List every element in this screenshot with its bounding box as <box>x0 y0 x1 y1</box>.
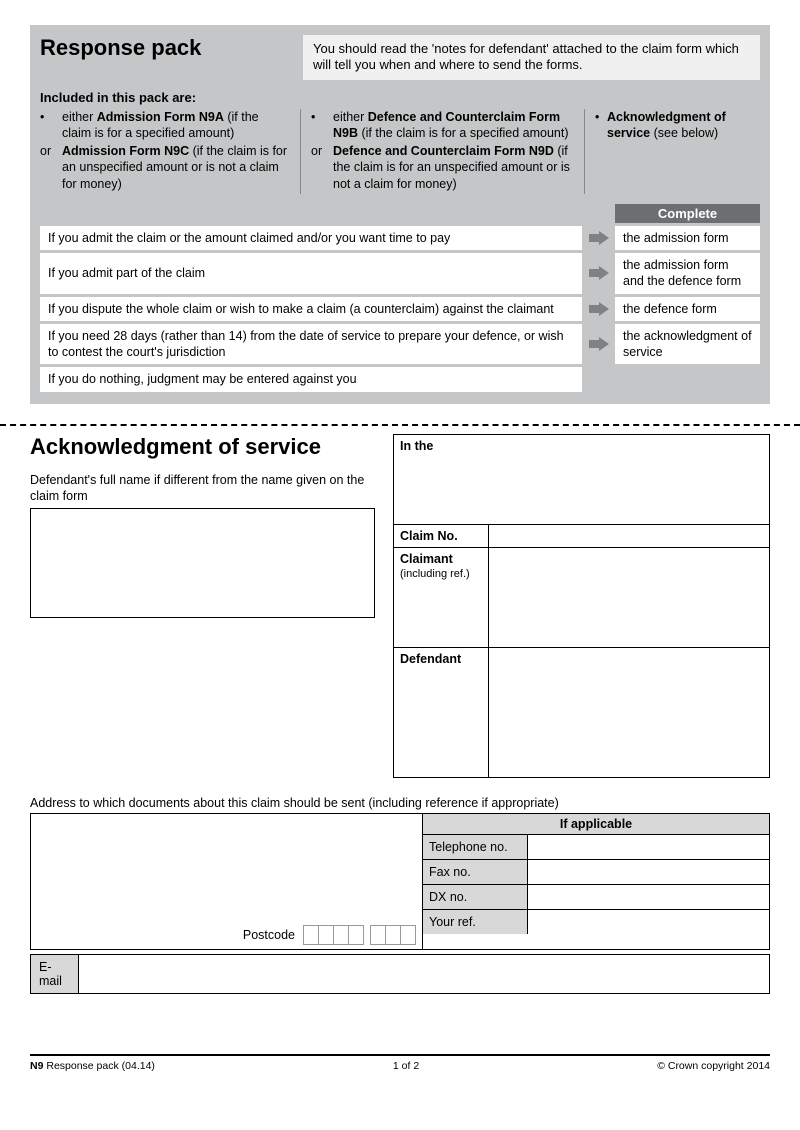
page-number: 1 of 2 <box>393 1060 419 1072</box>
claimant-sublabel: (including ref.) <box>400 568 470 580</box>
or-label: or <box>40 143 62 192</box>
if-applicable-header: If applicable <box>423 814 769 835</box>
bullet: • <box>40 109 62 142</box>
claimant-field[interactable] <box>489 547 770 647</box>
yourref-field[interactable] <box>528 910 769 934</box>
defendant-name-note: Defendant's full name if different from … <box>30 472 375 505</box>
form-version: Response pack (04.14) <box>43 1060 154 1072</box>
defendant-name-field[interactable] <box>30 508 375 618</box>
claim-no-field[interactable] <box>489 524 770 547</box>
copyright: © Crown copyright 2014 <box>657 1060 770 1072</box>
fax-label: Fax no. <box>423 860 528 884</box>
address-field[interactable]: Postcode <box>31 814 423 949</box>
claim-no-label: Claim No <box>400 529 454 543</box>
guidance-row: If you dispute the whole claim or wish t… <box>40 297 760 321</box>
guidance-row: If you need 28 days (rather than 14) fro… <box>40 324 760 365</box>
condition-text: If you need 28 days (rather than 14) fro… <box>40 324 582 365</box>
guidance-row-nothing: If you do nothing, judgment may be enter… <box>40 367 760 391</box>
telephone-field[interactable] <box>528 835 769 859</box>
condition-text: If you admit the claim or the amount cla… <box>40 226 582 250</box>
address-note: Address to which documents about this cl… <box>30 796 770 810</box>
nothing-warning: If you do nothing, judgment may be enter… <box>40 367 582 391</box>
action-text: the defence form <box>615 297 760 321</box>
complete-header: Complete <box>615 204 760 223</box>
guidance-row: If you admit the claim or the amount cla… <box>40 226 760 250</box>
read-notes-notice: You should read the 'notes for defendant… <box>303 35 760 80</box>
action-text: the admission form and the defence form <box>615 253 760 294</box>
arrow-icon <box>582 297 615 321</box>
arrow-icon <box>582 253 615 294</box>
included-col-2: • either Defence and Counterclaim Form N… <box>300 109 585 194</box>
in-the-label: In the <box>400 439 433 453</box>
postcode-label: Postcode <box>243 928 295 942</box>
arrow-icon <box>582 226 615 250</box>
fax-field[interactable] <box>528 860 769 884</box>
action-text: the acknowledgment of service <box>615 324 760 365</box>
claimant-label: Claimant <box>400 552 453 566</box>
tear-line <box>0 424 800 426</box>
included-col-3: • Acknowledgment of service (see below) <box>585 109 760 194</box>
dx-field[interactable] <box>528 885 769 909</box>
page-title: Response pack <box>40 35 285 61</box>
guidance-row: If you admit part of the claim the admis… <box>40 253 760 294</box>
condition-text: If you dispute the whole claim or wish t… <box>40 297 582 321</box>
case-details-table: In the Claim No. Claimant(including ref.… <box>393 434 770 778</box>
response-pack-info: Response pack You should read the 'notes… <box>30 25 770 404</box>
arrow-icon <box>582 324 615 365</box>
telephone-label: Telephone no. <box>423 835 528 859</box>
page-footer: N9 Response pack (04.14) 1 of 2 © Crown … <box>30 1054 770 1072</box>
defendant-label: Defendant <box>400 652 461 666</box>
yourref-label: Your ref. <box>423 910 528 934</box>
action-text: the admission form <box>615 226 760 250</box>
ack-title: Acknowledgment of service <box>30 434 375 460</box>
included-heading: Included in this pack are: <box>40 90 760 105</box>
email-field[interactable] <box>79 955 769 993</box>
postcode-field[interactable] <box>303 925 416 945</box>
included-col-1: • either Admission Form N9A (if the clai… <box>40 109 300 194</box>
bullet: • <box>595 109 607 142</box>
address-grid: Postcode If applicable Telephone no. Fax… <box>30 813 770 950</box>
email-label: E-mail <box>31 955 79 993</box>
defendant-field[interactable] <box>489 647 770 777</box>
bullet: • <box>311 109 333 142</box>
condition-text: If you admit part of the claim <box>40 253 582 294</box>
or-label: or <box>311 143 333 192</box>
dx-label: DX no. <box>423 885 528 909</box>
form-code: N9 <box>30 1060 43 1072</box>
